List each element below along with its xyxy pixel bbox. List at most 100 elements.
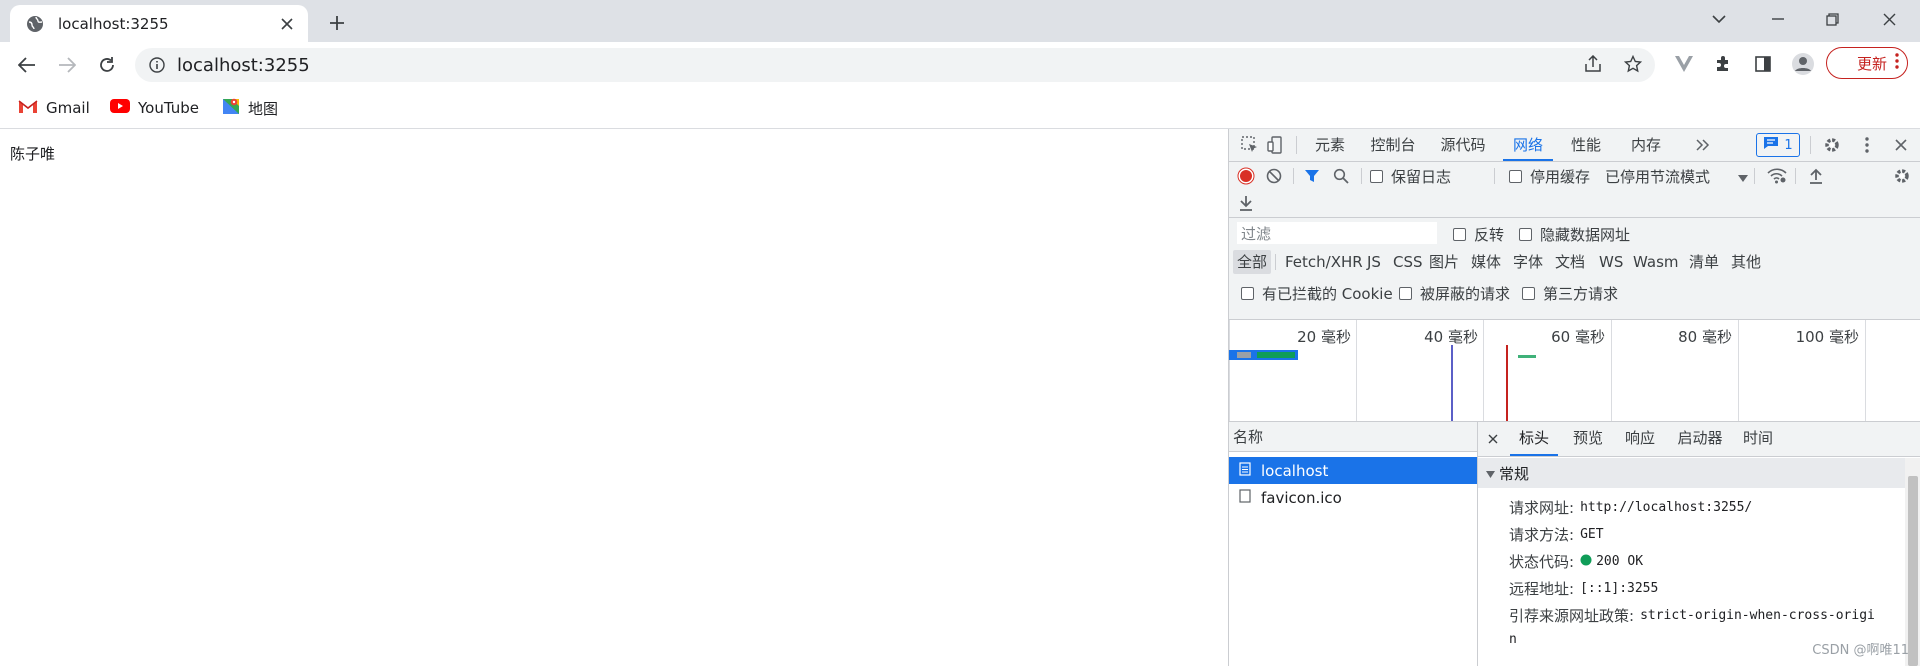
checkbox[interactable] xyxy=(1509,170,1522,183)
load-event-line xyxy=(1506,345,1508,421)
blocked-cookies-checkbox[interactable]: 有已拦截的 Cookie xyxy=(1241,283,1393,304)
clear-icon[interactable] xyxy=(1261,163,1287,189)
tick-label: 100 毫秒 xyxy=(1795,328,1859,346)
request-bar xyxy=(1518,355,1536,358)
profile-avatar-icon[interactable] xyxy=(1787,48,1819,80)
request-name: localhost xyxy=(1261,461,1329,480)
star-bookmark-icon[interactable] xyxy=(1617,48,1649,80)
tab-sources[interactable]: 源代码 xyxy=(1433,129,1493,161)
import-har-upload-icon[interactable] xyxy=(1803,163,1829,189)
reload-button[interactable] xyxy=(91,49,123,81)
device-toolbar-icon[interactable] xyxy=(1263,132,1289,158)
record-icon[interactable] xyxy=(1233,163,1259,189)
close-devtools-icon[interactable] xyxy=(1888,132,1914,158)
tab-response[interactable]: 响应 xyxy=(1618,422,1662,456)
blocked-requests-checkbox[interactable]: 被屏蔽的请求 xyxy=(1399,283,1510,304)
separator xyxy=(1494,168,1495,184)
more-options-icon[interactable] xyxy=(1854,132,1880,158)
checkbox[interactable] xyxy=(1519,228,1532,241)
method-row: 请求方法: GET xyxy=(1509,524,1604,545)
invert-checkbox[interactable]: 反转 xyxy=(1453,224,1504,245)
third-party-checkbox[interactable]: 第三方请求 xyxy=(1522,283,1618,304)
request-row-favicon[interactable]: favicon.ico xyxy=(1229,484,1477,511)
close-tab-icon[interactable] xyxy=(272,9,302,39)
type-css[interactable]: CSS xyxy=(1389,250,1427,274)
vue-devtools-extension-icon[interactable] xyxy=(1668,48,1700,80)
type-wasm[interactable]: Wasm xyxy=(1629,250,1683,274)
disable-cache-checkbox[interactable]: 停用缓存 xyxy=(1509,166,1590,187)
type-other[interactable]: 其他 xyxy=(1727,250,1765,274)
network-conditions-wifi-icon[interactable] xyxy=(1764,163,1790,189)
request-row-localhost[interactable]: localhost xyxy=(1229,457,1477,484)
back-button[interactable] xyxy=(11,49,43,81)
inspect-element-icon[interactable] xyxy=(1237,132,1263,158)
checkbox[interactable] xyxy=(1522,287,1535,300)
type-all[interactable]: 全部 xyxy=(1233,250,1272,274)
blocked-cookies-label: 有已拦截的 Cookie xyxy=(1262,285,1393,303)
preserve-log-checkbox[interactable]: 保留日志 xyxy=(1370,166,1451,187)
side-panel-icon[interactable] xyxy=(1747,48,1779,80)
type-img[interactable]: 图片 xyxy=(1425,250,1463,274)
maps-icon xyxy=(222,97,240,119)
throttling-select[interactable]: 已停用节流模式 xyxy=(1605,166,1749,187)
checkbox[interactable] xyxy=(1399,287,1412,300)
general-section-header[interactable]: 常规 xyxy=(1478,458,1905,488)
tab-search-icon[interactable] xyxy=(1696,0,1742,38)
share-icon[interactable] xyxy=(1577,48,1609,80)
restore-button[interactable] xyxy=(1809,0,1855,38)
type-doc[interactable]: 文档 xyxy=(1551,250,1589,274)
search-icon[interactable] xyxy=(1328,163,1354,189)
tab-network[interactable]: 网络 xyxy=(1503,129,1553,161)
export-har-download-icon[interactable] xyxy=(1233,190,1259,216)
tab-preview[interactable]: 预览 xyxy=(1566,422,1610,456)
bookmark-gmail[interactable]: Gmail xyxy=(18,96,90,120)
type-manifest[interactable]: 清单 xyxy=(1685,250,1723,274)
more-tabs-chevron-icon[interactable] xyxy=(1690,132,1716,158)
checkbox[interactable] xyxy=(1241,287,1254,300)
type-font[interactable]: 字体 xyxy=(1509,250,1547,274)
checkbox[interactable] xyxy=(1453,228,1466,241)
minimize-button[interactable] xyxy=(1755,0,1801,38)
tab-headers[interactable]: 标头 xyxy=(1510,422,1558,456)
forward-button[interactable] xyxy=(51,49,83,81)
issues-badge[interactable]: 1 xyxy=(1756,133,1800,157)
bookmark-youtube[interactable]: YouTube xyxy=(110,96,199,120)
new-tab-button[interactable] xyxy=(322,8,352,38)
separator xyxy=(1293,168,1294,184)
type-fetch-xhr[interactable]: Fetch/XHR xyxy=(1281,250,1367,274)
settings-gear-icon[interactable] xyxy=(1819,132,1845,158)
network-overview-timeline[interactable]: 20 毫秒 40 毫秒 60 毫秒 80 毫秒 100 毫秒 xyxy=(1229,320,1920,422)
info-icon[interactable] xyxy=(147,55,167,75)
browser-tab[interactable]: localhost:3255 xyxy=(10,5,308,42)
type-js[interactable]: JS xyxy=(1363,250,1385,274)
tab-performance[interactable]: 性能 xyxy=(1563,129,1609,161)
tab-timing[interactable]: 时间 xyxy=(1736,422,1780,456)
bookmark-label: Gmail xyxy=(46,99,90,117)
page-viewport: 陈子唯 xyxy=(0,129,1228,666)
bookmarks-bar: Gmail YouTube 地图 xyxy=(0,88,1920,129)
details-scrollbar[interactable] xyxy=(1905,458,1920,666)
name-column-header[interactable]: 名称 xyxy=(1229,422,1477,452)
filter-input[interactable]: 过滤 xyxy=(1237,222,1437,244)
separator xyxy=(1795,168,1796,184)
checkbox[interactable] xyxy=(1370,170,1383,183)
tab-elements[interactable]: 元素 xyxy=(1307,129,1353,161)
type-media[interactable]: 媒体 xyxy=(1467,250,1505,274)
bookmark-maps[interactable]: 地图 xyxy=(222,96,278,120)
address-bar[interactable]: localhost:3255 xyxy=(135,48,1655,82)
type-ws[interactable]: WS xyxy=(1595,250,1627,274)
scrollbar-thumb[interactable] xyxy=(1908,476,1918,666)
close-window-button[interactable] xyxy=(1866,0,1912,38)
tab-console[interactable]: 控制台 xyxy=(1363,129,1423,161)
extensions-puzzle-icon[interactable] xyxy=(1707,48,1739,80)
close-details-icon[interactable] xyxy=(1480,426,1506,452)
more-vert-icon xyxy=(1895,53,1899,73)
dom-content-loaded-line xyxy=(1451,345,1453,421)
filter-funnel-icon[interactable] xyxy=(1299,163,1325,189)
status-dot-icon xyxy=(1580,554,1592,570)
hide-data-urls-checkbox[interactable]: 隐藏数据网址 xyxy=(1519,224,1630,245)
update-button[interactable]: 更新 xyxy=(1826,47,1908,79)
network-settings-gear-icon[interactable] xyxy=(1889,163,1915,189)
tab-memory[interactable]: 内存 xyxy=(1623,129,1669,161)
tab-initiator[interactable]: 启动器 xyxy=(1670,422,1730,456)
